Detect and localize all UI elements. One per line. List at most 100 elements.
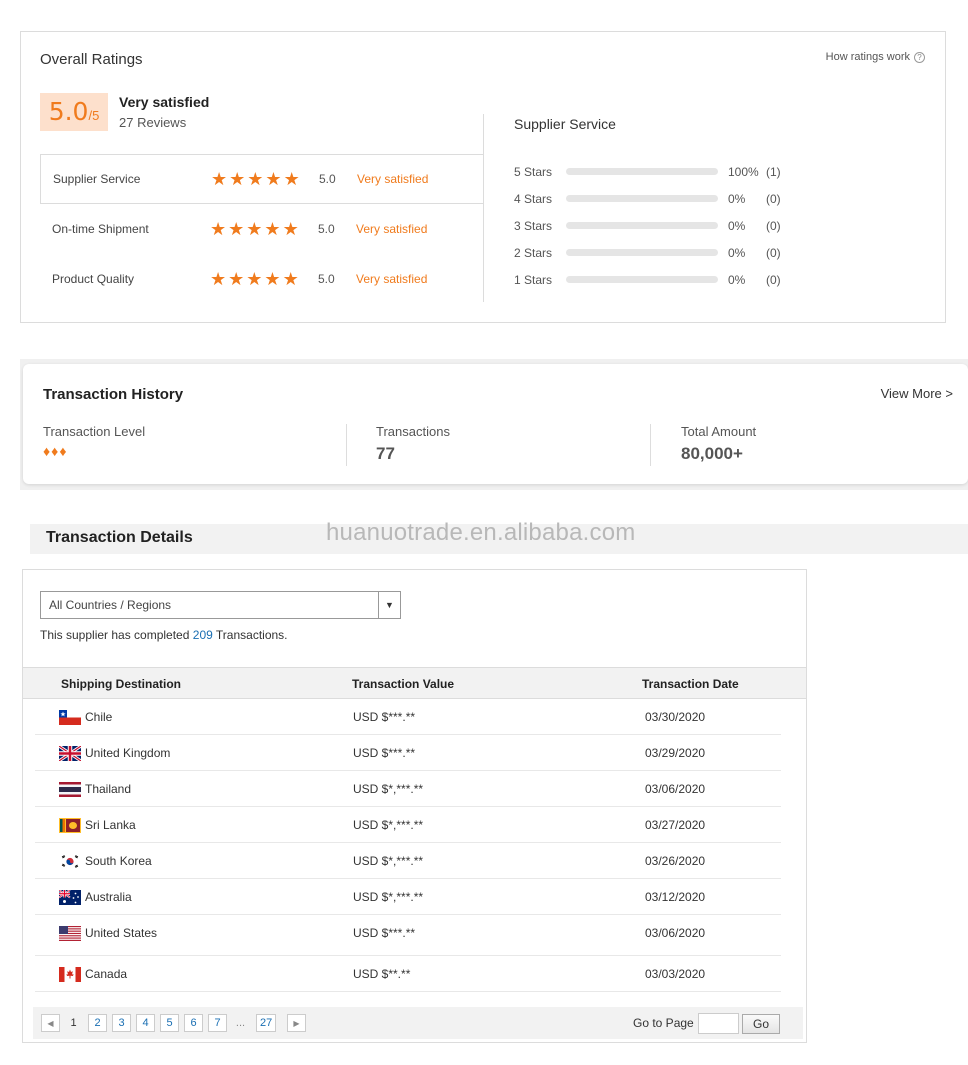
distribution-percent: 0% [728,191,746,206]
destination-cell: South Korea [85,854,152,868]
star-icon: ★ [265,169,282,189]
diamond-icon: ♦ [51,443,59,459]
region-select[interactable]: All Countries / Regions ▼ [40,591,401,619]
uk-flag-icon [59,746,81,761]
history-title: Transaction History [43,386,184,403]
column-transaction-value: Transaction Value [352,677,455,691]
total-amount-label: Total Amount [681,424,757,439]
column-transaction-date: Transaction Date [642,677,739,691]
distribution-count: (0) [766,218,781,233]
how-ratings-work-label: How ratings work [825,51,910,63]
date-cell: 03/12/2020 [645,890,706,904]
total-amount-value: 80,000+ [681,444,743,463]
star-icon: ★ [264,219,281,239]
star-icon: ★ [282,269,299,289]
distribution-row: 1 Stars 0% (0) [514,266,796,293]
category-score: 5.0 [319,172,336,186]
distribution-row: 2 Stars 0% (0) [514,239,796,266]
australia-flag-icon [59,890,81,905]
table-row: South Korea USD $*,***.** 03/26/2020 [35,843,781,879]
date-cell: 03/26/2020 [645,854,706,868]
star-icon: ★ [282,219,299,239]
distribution-label: 5 Stars [514,164,553,179]
date-cell: 03/06/2020 [645,782,706,796]
watermark: huanuotrade.en.alibaba.com [326,519,636,546]
go-button[interactable]: Go [742,1014,780,1034]
distribution-bar [566,222,718,229]
overall-score-badge: 5.0 /5 [40,93,108,131]
star-icon: ★ [210,269,227,289]
distribution-bar [566,195,718,202]
category-ratings: Supplier Service ★ ★ ★ ★ ★ 5.0 Very satisfie… [40,154,484,304]
distribution-count: (1) [766,164,781,179]
distribution-label: 4 Stars [514,191,553,206]
page-link[interactable]: 3 [112,1014,131,1032]
completed-suffix: Transactions. [215,628,288,642]
chile-flag-icon [59,710,81,725]
details-title: Transaction Details [46,529,193,546]
ratings-title: Overall Ratings [40,51,143,68]
completed-prefix: This supplier has completed [40,628,190,642]
pagination: ◀ 1 2 3 4 5 6 7 ... 27 ▶ Go to Page Go [33,1007,803,1039]
star-icon: ★ [228,219,245,239]
overall-score: 5.0 [48,97,89,126]
distribution-row: 3 Stars 0% (0) [514,212,796,239]
category-row-product-quality[interactable]: Product Quality ★ ★ ★ ★ ★ 5.0 Very satisfied [40,254,484,304]
date-cell: 03/30/2020 [645,710,706,724]
current-page: 1 [70,1017,77,1029]
category-row-on-time-shipment[interactable]: On-time Shipment ★ ★ ★ ★ ★ 5.0 Very satisfie… [40,204,484,254]
value-cell: USD $***.** [353,746,416,760]
us-flag-icon [59,926,81,941]
value-cell: USD $***.** [353,926,416,940]
goto-page-input[interactable] [698,1013,739,1034]
goto-page-label: Go to Page [633,1016,694,1030]
transactions-table-body: Chile USD $***.** 03/30/2020 United Kingdom… [23,699,806,992]
distribution-bar [566,249,718,256]
star-icon: ★ [246,219,263,239]
star-icon: ★ [210,219,227,239]
page-link[interactable]: 2 [88,1014,107,1032]
history-divider [650,424,651,466]
category-row-supplier-service[interactable]: Supplier Service ★ ★ ★ ★ ★ 5.0 Very satisfie… [40,154,484,204]
dropdown-arrow-icon[interactable]: ▼ [378,592,400,618]
distribution-count: (0) [766,245,781,260]
distribution-percent: 100% [728,164,759,179]
star-distribution: 5 Stars 100% (1) 4 Stars 0% (0) 3 Stars … [514,158,796,293]
table-row: Canada USD $**.** 03/03/2020 [35,956,781,992]
star-icon: ★ [246,269,263,289]
completed-transactions-text: This supplier has completed 209 Transact… [40,628,288,642]
help-icon: ? [914,51,925,63]
page-link[interactable]: 6 [184,1014,203,1032]
transaction-history-section: Transaction History View More > Transact… [20,359,968,490]
table-row: Chile USD $***.** 03/30/2020 [35,699,781,735]
prev-page-button[interactable]: ◀ [41,1014,60,1032]
pagination-ellipsis: ... [235,1017,246,1029]
view-more-link[interactable]: View More > [881,386,953,401]
canada-flag-icon [59,967,81,982]
table-row: United Kingdom USD $***.** 03/29/2020 [35,735,781,771]
date-cell: 03/29/2020 [645,746,706,760]
transaction-level-label: Transaction Level [43,424,146,439]
distribution-bar [566,168,718,175]
last-page-link[interactable]: 27 [256,1014,277,1032]
diamond-icon: ♦ [59,443,67,459]
distribution-row: 4 Stars 0% (0) [514,185,796,212]
star-icon: ★ [211,169,228,189]
page-link[interactable]: 5 [160,1014,179,1032]
star-rating: ★ ★ ★ ★ ★ [210,270,318,288]
value-cell: USD $***.** [353,710,416,724]
star-icon: ★ [229,169,246,189]
how-ratings-work-link[interactable]: How ratings work ? [826,51,925,63]
page-link[interactable]: 7 [208,1014,227,1032]
south-korea-flag-icon [59,854,81,869]
category-description: Very satisfied [357,172,429,186]
distribution-bar [566,276,718,283]
next-page-button[interactable]: ▶ [287,1014,306,1032]
destination-cell: United States [85,926,158,940]
page-link[interactable]: 4 [136,1014,155,1032]
diamond-icon: ♦ [43,443,51,459]
star-icon: ★ [283,169,300,189]
transactions-label: Transactions [376,424,450,439]
destination-cell: Chile [85,710,113,724]
star-icon: ★ [228,269,245,289]
